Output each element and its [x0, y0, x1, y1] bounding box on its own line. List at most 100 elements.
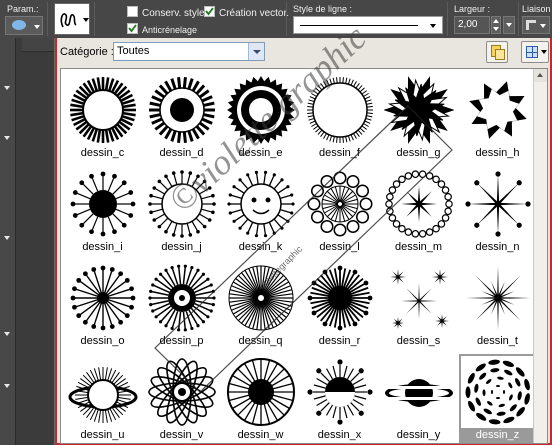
shape-thumbnail[interactable]: dessin_h: [458, 71, 537, 165]
shape-thumbnail[interactable]: dessin_u: [63, 353, 142, 443]
creation-vector-checkbox[interactable]: [204, 6, 215, 17]
shape-preview: [307, 265, 373, 331]
shape-label: dessin_t: [477, 335, 518, 347]
shape-thumbnail[interactable]: dessin_g: [379, 71, 458, 165]
expand-arrow-icon[interactable]: [4, 332, 10, 336]
conserv-style-checkbox[interactable]: [127, 6, 138, 17]
gallery-scrollbar[interactable]: [533, 69, 547, 443]
width-input[interactable]: 2,00: [454, 16, 490, 34]
shape-label: dessin_o: [80, 335, 125, 347]
shape-label: dessin_c: [80, 147, 125, 159]
shape-preview: [227, 170, 295, 238]
shape-preview: [385, 170, 453, 238]
width-value: 2,00: [458, 19, 478, 30]
shape-preview: [466, 266, 530, 330]
category-label: Catégorie :: [60, 46, 114, 58]
speech-bubble-icon: [12, 20, 26, 30]
expand-arrow-icon[interactable]: [4, 384, 10, 388]
shape-label: dessin_y: [396, 429, 441, 441]
shape-preview: [385, 379, 453, 407]
shape-thumbnail[interactable]: dessin_n: [458, 165, 537, 259]
shape-picker-button[interactable]: [54, 3, 90, 35]
shape-thumbnail[interactable]: dessin_r: [300, 259, 379, 353]
shape-preview: [70, 171, 136, 237]
shape-preview: [228, 265, 294, 331]
shape-thumbnail[interactable]: dessin_w: [221, 353, 300, 443]
width-spinner[interactable]: [491, 16, 501, 34]
chevron-down-icon: [83, 18, 89, 22]
copy-shape-button[interactable]: [486, 41, 508, 63]
conserv-style-label: Conserv. style: [142, 8, 205, 19]
liaison-dropdown[interactable]: [522, 16, 550, 34]
shape-preview: [465, 171, 531, 237]
shape-thumbnail[interactable]: dessin_o: [63, 259, 142, 353]
shape-preview: [68, 367, 138, 423]
category-value: Toutes: [117, 45, 150, 57]
shape-thumbnail[interactable]: dessin_m: [379, 165, 458, 259]
line-style-label: Style de ligne :: [293, 4, 353, 14]
chevron-down-icon: [541, 50, 547, 54]
shape-thumbnail[interactable]: dessin_y: [379, 353, 458, 443]
shape-thumbnail[interactable]: dessin_q: [221, 259, 300, 353]
shape-label: dessin_v: [159, 429, 204, 441]
chevron-down-icon: [540, 24, 546, 28]
view-mode-button[interactable]: [521, 41, 549, 63]
shape-thumbnail[interactable]: dessin_v: [142, 353, 221, 443]
shape-preview: [469, 81, 527, 139]
shape-preview: [148, 358, 216, 426]
shape-label: dessin_p: [159, 335, 204, 347]
shape-label: dessin_g: [396, 147, 441, 159]
shape-label: dessin_f: [319, 147, 360, 159]
shape-label: dessin_z: [461, 428, 534, 443]
preset-button[interactable]: [5, 16, 43, 35]
shape-label: dessin_w: [237, 429, 284, 441]
shape-label: dessin_l: [319, 241, 360, 253]
shape-label: dessin_m: [394, 241, 443, 253]
shape-preview: [307, 359, 373, 425]
shape-label: dessin_r: [318, 335, 361, 347]
shape-preview: [148, 264, 216, 332]
shape-thumbnail[interactable]: dessin_t: [458, 259, 537, 353]
anticrenelage-checkbox[interactable]: [127, 23, 138, 34]
shape-label: dessin_u: [80, 429, 125, 441]
shape-preview: [70, 77, 136, 143]
shape-thumbnail[interactable]: dessin_c: [63, 71, 142, 165]
shape-label: dessin_h: [475, 147, 520, 159]
expand-arrow-icon[interactable]: [4, 236, 10, 240]
shape-preview: [149, 77, 215, 143]
grid-view-icon: [526, 46, 538, 58]
shape-preview-icon: [60, 13, 77, 28]
shape-gallery: dessin_c dessin_d dessin_e dessin_f dessin_g…: [60, 68, 548, 444]
shape-label: dessin_j: [161, 241, 202, 253]
shape-thumbnail[interactable]: dessin_s: [379, 259, 458, 353]
category-select[interactable]: Toutes: [113, 42, 265, 61]
scroll-up-icon[interactable]: [534, 69, 547, 82]
shape-preview: [384, 76, 454, 144]
shape-thumbnail[interactable]: dessin_z: [458, 353, 537, 443]
shape-label: dessin_s: [396, 335, 441, 347]
shape-preview: [227, 358, 295, 426]
anticrenelage-label: Anticrénelage: [142, 25, 198, 35]
left-palette-strip: [0, 38, 54, 445]
chevron-down-icon: [430, 24, 436, 28]
creation-vector-label: Création vector.: [219, 8, 290, 19]
join-icon: [526, 20, 536, 30]
shape-preview: [70, 265, 136, 331]
shape-thumbnail[interactable]: dessin_l: [300, 165, 379, 259]
shape-label: dessin_x: [317, 429, 362, 441]
param-label: Param.:: [7, 4, 39, 14]
tool-options-bar: Param.: Conserv. style Création vector. …: [0, 0, 552, 38]
width-slider-button[interactable]: [503, 16, 515, 34]
shape-preview: [307, 171, 373, 237]
shape-thumbnail[interactable]: dessin_i: [63, 165, 142, 259]
shape-thumbnail[interactable]: dessin_k: [221, 165, 300, 259]
expand-arrow-icon[interactable]: [4, 86, 10, 90]
shape-label: dessin_q: [238, 335, 283, 347]
width-label: Largeur :: [454, 4, 491, 14]
shape-label: dessin_n: [475, 241, 520, 253]
chevron-down-icon[interactable]: [248, 43, 264, 60]
shape-thumbnail[interactable]: dessin_x: [300, 353, 379, 443]
expand-arrow-icon[interactable]: [4, 136, 10, 140]
shape-thumbnail[interactable]: dessin_p: [142, 259, 221, 353]
chevron-down-icon: [34, 25, 40, 29]
